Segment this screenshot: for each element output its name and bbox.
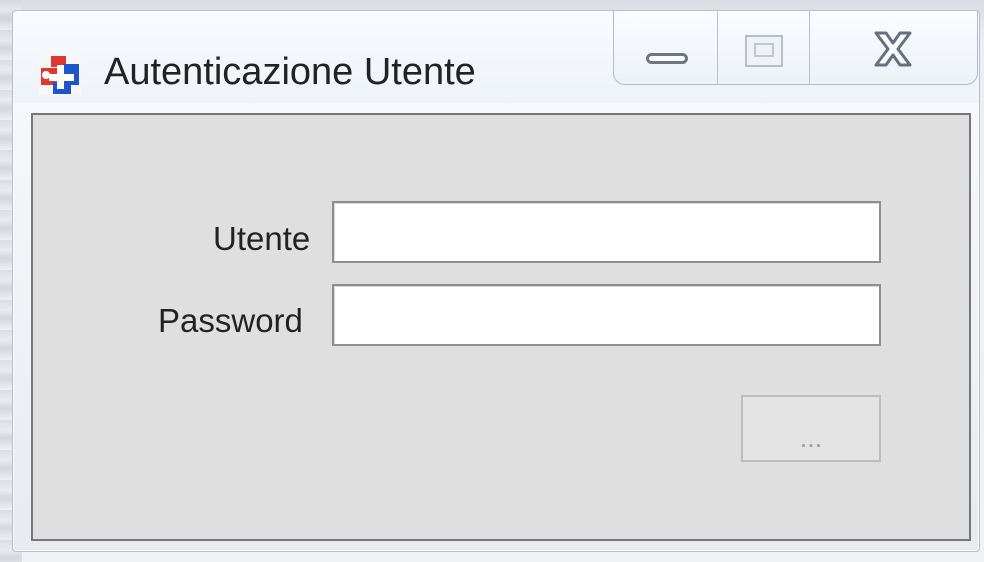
maximize-icon <box>745 35 783 67</box>
minimize-icon <box>646 53 688 64</box>
close-button[interactable] <box>809 11 977 84</box>
title-bar: Autenticazione Utente <box>13 11 979 103</box>
window-title: Autenticazione Utente <box>104 51 476 93</box>
maximize-button[interactable] <box>717 11 810 84</box>
login-action-button[interactable]: ... <box>741 395 881 462</box>
password-input[interactable] <box>332 284 881 346</box>
login-panel: Utente Password ... <box>31 113 971 541</box>
screen: Autenticazione Utente Utente Password ..… <box>0 0 984 562</box>
app-icon <box>39 55 81 95</box>
user-input[interactable] <box>332 201 881 263</box>
window-controls <box>613 11 978 85</box>
login-window: Autenticazione Utente Utente Password ..… <box>12 10 980 552</box>
minimize-button[interactable] <box>614 11 718 84</box>
password-label: Password <box>158 302 303 339</box>
user-label: Utente <box>213 220 311 257</box>
close-icon <box>874 31 912 67</box>
